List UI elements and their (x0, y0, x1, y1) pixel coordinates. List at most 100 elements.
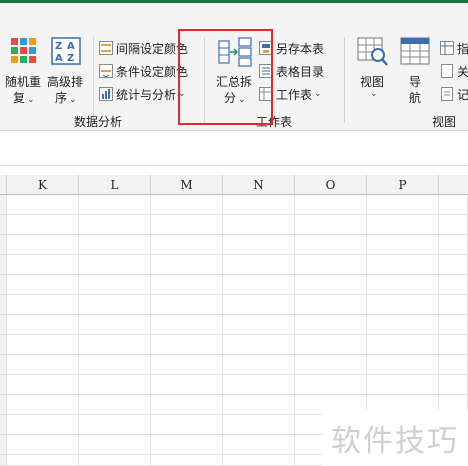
grid-cell[interactable] (223, 295, 295, 315)
stats-analysis-button[interactable]: 统计与分析 ⌄ (99, 84, 186, 104)
right-item-1[interactable]: 指 (440, 38, 468, 58)
grid-cell[interactable] (151, 295, 223, 315)
grid-cell[interactable] (7, 235, 79, 255)
column-header-k[interactable]: K (7, 175, 79, 195)
grid-cell[interactable] (439, 255, 468, 275)
grid-cell[interactable] (79, 295, 151, 315)
grid-cell[interactable] (151, 215, 223, 235)
right-item-2[interactable]: 关 (440, 61, 468, 81)
grid-cell[interactable] (295, 335, 367, 355)
navigation-button[interactable]: 导 航 (396, 35, 434, 107)
grid-cell[interactable] (223, 215, 295, 235)
grid-cell[interactable] (223, 315, 295, 335)
grid-cell[interactable] (439, 375, 468, 395)
view-button[interactable]: 视图 ⌄ (352, 35, 392, 107)
grid-cell[interactable] (295, 195, 367, 215)
grid-cell[interactable] (7, 355, 79, 375)
grid-cell[interactable] (223, 335, 295, 355)
grid-cell[interactable] (295, 235, 367, 255)
grid-cell[interactable] (223, 395, 295, 415)
grid-cell[interactable] (151, 355, 223, 375)
grid-cell[interactable] (79, 255, 151, 275)
grid-cell[interactable] (151, 255, 223, 275)
grid-cell[interactable] (79, 375, 151, 395)
column-header-n[interactable]: N (223, 175, 295, 195)
column-header-m[interactable]: M (151, 175, 223, 195)
grid-cell[interactable] (223, 275, 295, 295)
grid-cell[interactable] (151, 375, 223, 395)
right-item-3[interactable]: 记 (440, 84, 468, 104)
grid-cell[interactable] (7, 395, 79, 415)
grid-cell[interactable] (7, 295, 79, 315)
grid-cell[interactable] (439, 215, 468, 235)
grid-cell[interactable] (79, 435, 151, 455)
grid-cell[interactable] (439, 275, 468, 295)
grid-cell[interactable] (295, 255, 367, 275)
column-header-l[interactable]: L (79, 175, 151, 195)
grid-cell[interactable] (295, 355, 367, 375)
grid-cell[interactable] (7, 255, 79, 275)
grid-cell[interactable] (151, 335, 223, 355)
grid-cell[interactable] (79, 195, 151, 215)
grid-cell[interactable] (223, 355, 295, 375)
column-header-p[interactable]: P (367, 175, 439, 195)
grid-cell[interactable] (151, 395, 223, 415)
grid-cell[interactable] (151, 235, 223, 255)
advanced-sort-button[interactable]: Z A A Z 高级排 序 ⌄ (45, 35, 87, 107)
grid-cell[interactable] (79, 235, 151, 255)
grid-cell[interactable] (367, 235, 439, 255)
grid-cell[interactable] (295, 375, 367, 395)
grid-cell[interactable] (223, 255, 295, 275)
grid-cell[interactable] (223, 195, 295, 215)
condition-color-button[interactable]: 条件设定颜色 (99, 61, 188, 81)
grid-cell[interactable] (223, 435, 295, 455)
grid-cell[interactable] (439, 315, 468, 335)
grid-cell[interactable] (7, 455, 79, 466)
grid-cell[interactable] (7, 315, 79, 335)
grid-cell[interactable] (151, 195, 223, 215)
random-repeat-button[interactable]: 随机重 复 ⌄ (3, 35, 43, 107)
grid-cell[interactable] (295, 315, 367, 335)
grid-cell[interactable] (7, 375, 79, 395)
grid-cell[interactable] (367, 315, 439, 335)
grid-cell[interactable] (7, 435, 79, 455)
grid-cell[interactable] (295, 275, 367, 295)
grid-cell[interactable] (223, 455, 295, 466)
grid-cell[interactable] (7, 195, 79, 215)
grid-cell[interactable] (439, 195, 468, 215)
grid-cell[interactable] (367, 215, 439, 235)
grid-cell[interactable] (295, 215, 367, 235)
grid-cell[interactable] (151, 455, 223, 466)
grid-cell[interactable] (79, 275, 151, 295)
grid-cell[interactable] (79, 355, 151, 375)
grid-cell[interactable] (151, 415, 223, 435)
grid-cell[interactable] (79, 315, 151, 335)
grid-cell[interactable] (151, 315, 223, 335)
grid-cell[interactable] (79, 415, 151, 435)
grid-cell[interactable] (439, 295, 468, 315)
grid-cell[interactable] (367, 295, 439, 315)
grid-cell[interactable] (367, 195, 439, 215)
grid-cell[interactable] (439, 355, 468, 375)
grid-cell[interactable] (79, 395, 151, 415)
grid-cell[interactable] (7, 415, 79, 435)
grid-cell[interactable] (7, 335, 79, 355)
grid-cell[interactable] (367, 375, 439, 395)
grid-cell[interactable] (439, 335, 468, 355)
grid-cell[interactable] (151, 275, 223, 295)
grid-cell[interactable] (223, 375, 295, 395)
grid-cell[interactable] (223, 415, 295, 435)
column-header-next[interactable] (439, 175, 468, 195)
grid-cell[interactable] (79, 215, 151, 235)
grid-cell[interactable] (367, 275, 439, 295)
grid-cell[interactable] (439, 235, 468, 255)
grid-cell[interactable] (367, 335, 439, 355)
grid-cell[interactable] (79, 455, 151, 466)
grid-cell[interactable] (367, 255, 439, 275)
grid-cell[interactable] (295, 295, 367, 315)
grid-cell[interactable] (223, 235, 295, 255)
grid-cell[interactable] (7, 275, 79, 295)
interval-color-button[interactable]: 间隔设定颜色 (99, 38, 188, 58)
grid-cell[interactable] (151, 435, 223, 455)
grid-cell[interactable] (367, 355, 439, 375)
